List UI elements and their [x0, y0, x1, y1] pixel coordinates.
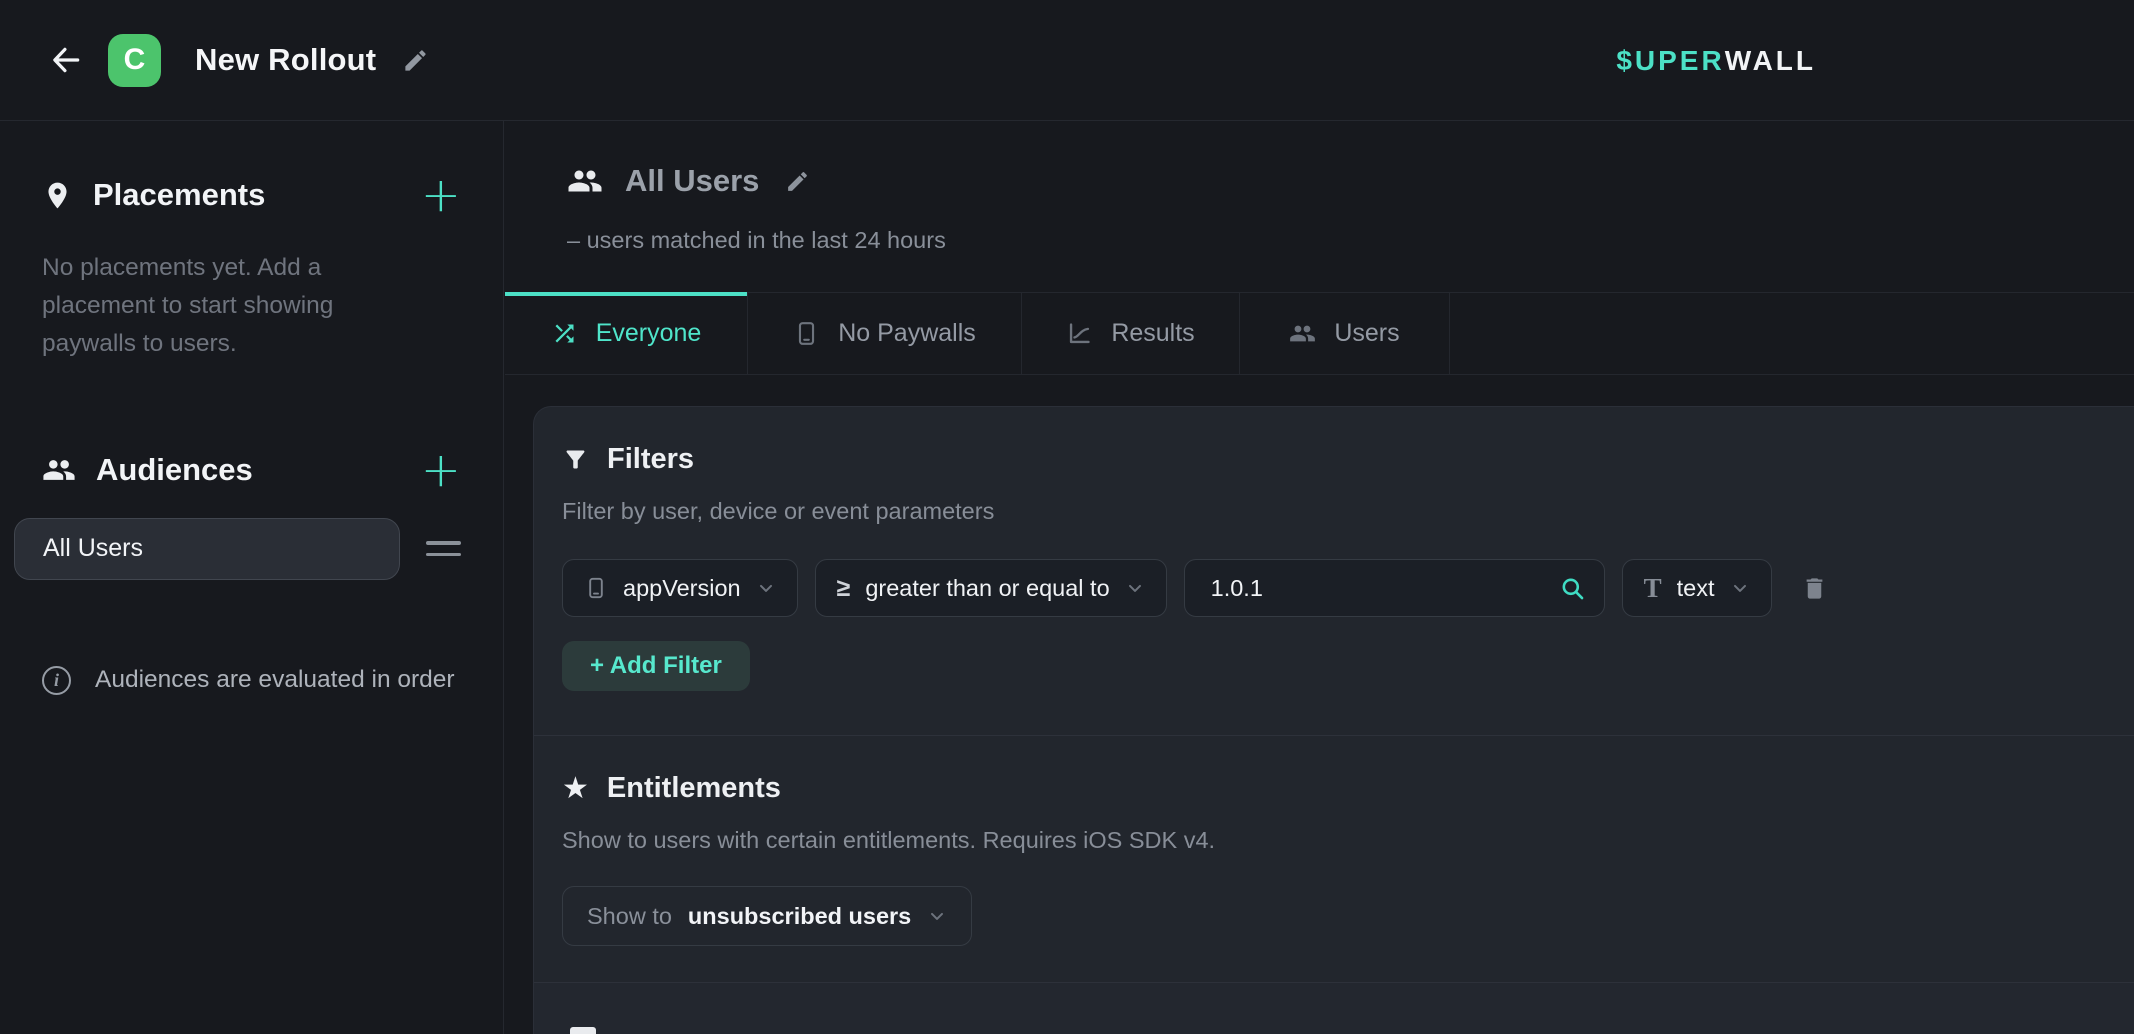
edit-title-pencil-icon[interactable] [402, 47, 429, 74]
entitlements-subtitle: Show to users with certain entitlements.… [562, 827, 2134, 854]
entitlements-section: ★ Entitlements Show to users with certai… [534, 736, 2134, 946]
audience-subtitle: – users matched in the last 24 hours [567, 227, 946, 254]
show-to-value: unsubscribed users [688, 903, 911, 930]
info-icon: i [42, 666, 71, 695]
filter-field-value: appVersion [623, 575, 741, 602]
main-content: All Users – users matched in the last 24… [505, 121, 2134, 1034]
show-to-dropdown[interactable]: Show to unsubscribed users [562, 886, 972, 946]
filter-operator-value: greater than or equal to [865, 575, 1109, 602]
filters-section: Filters Filter by user, device or event … [534, 407, 2134, 691]
audience-config-panel: Filters Filter by user, device or event … [533, 406, 2134, 1034]
back-button[interactable] [44, 38, 88, 82]
filter-value-field[interactable] [1184, 559, 1605, 617]
chevron-down-icon [927, 906, 947, 926]
filters-heading: Filters [562, 443, 2134, 476]
sidebar: Placements + No placements yet. Add a pl… [0, 121, 504, 1034]
add-audience-button[interactable]: + [421, 450, 461, 490]
filter-type-value: text [1677, 575, 1715, 602]
shuffle-icon [551, 320, 578, 347]
star-icon: ★ [562, 774, 589, 804]
tab-results[interactable]: Results [1022, 293, 1240, 374]
entitlements-heading: ★ Entitlements [562, 772, 2134, 805]
pin-icon [42, 180, 73, 211]
chevron-down-icon [1730, 578, 1750, 598]
show-to-label: Show to [587, 903, 672, 930]
page-title: New Rollout [195, 42, 376, 78]
order-note-text: Audiences are evaluated in order [95, 666, 455, 694]
add-filter-button[interactable]: + Add Filter [562, 641, 750, 691]
filter-value-input[interactable] [1209, 574, 1544, 603]
audience-item-label: All Users [43, 534, 143, 563]
app-initial: C [124, 43, 146, 77]
arrow-left-icon [49, 43, 83, 77]
tab-label: Everyone [596, 319, 702, 348]
logo-secondary: WALL [1725, 45, 1816, 77]
next-section-icon-fragment [570, 1027, 596, 1034]
tab-label: No Paywalls [838, 319, 976, 348]
filters-subtitle: Filter by user, device or event paramete… [562, 498, 2134, 525]
audience-list-row: All Users [14, 518, 461, 580]
edit-audience-pencil-icon[interactable] [785, 169, 810, 194]
top-bar: C New Rollout $UPERWALL [0, 0, 2134, 121]
placements-header: Placements + [42, 175, 461, 215]
phone-icon [793, 320, 820, 347]
tab-everyone[interactable]: Everyone [505, 293, 748, 374]
audiences-title: Audiences [96, 452, 253, 488]
superwall-logo: $UPERWALL [1616, 0, 1816, 121]
filters-title: Filters [607, 443, 694, 476]
chevron-down-icon [1125, 578, 1145, 598]
filter-row: appVersion ≥ greater than or equal to T [562, 559, 2134, 617]
tab-no-paywalls[interactable]: No Paywalls [748, 293, 1022, 374]
gte-icon: ≥ [837, 574, 851, 603]
filter-operator-dropdown[interactable]: ≥ greater than or equal to [815, 559, 1167, 617]
tab-label: Users [1334, 319, 1399, 348]
chart-icon [1066, 320, 1093, 347]
chevron-down-icon [756, 578, 776, 598]
users-icon [1289, 320, 1316, 347]
users-icon [567, 163, 603, 199]
trash-icon [1801, 575, 1828, 602]
add-placement-button[interactable]: + [421, 175, 461, 215]
entitlements-title: Entitlements [607, 772, 781, 805]
tab-users[interactable]: Users [1240, 293, 1450, 374]
audiences-header: Audiences + [42, 450, 461, 490]
next-section-strip [534, 983, 2134, 1034]
app-icon: C [108, 34, 161, 87]
audience-order-note: i Audiences are evaluated in order [42, 666, 461, 695]
audience-title: All Users [625, 163, 759, 199]
filter-field-dropdown[interactable]: appVersion [562, 559, 798, 617]
tab-label: Results [1111, 319, 1194, 348]
search-icon [1559, 575, 1586, 602]
superwall-rollout-screen: C New Rollout $UPERWALL Placements + No … [0, 0, 2134, 1034]
text-type-icon: T [1644, 575, 1662, 602]
placements-title: Placements [93, 177, 265, 213]
funnel-icon [562, 446, 589, 473]
drag-handle[interactable] [426, 541, 461, 556]
tab-bar-filler [1450, 293, 2134, 374]
placements-empty-text: No placements yet. Add a placement to st… [42, 249, 372, 364]
audience-detail-header: All Users [567, 163, 810, 199]
phone-icon [584, 576, 608, 600]
users-icon [42, 453, 76, 487]
sidebar-item-all-users[interactable]: All Users [14, 518, 400, 580]
filter-type-dropdown[interactable]: T text [1622, 559, 1772, 617]
tab-bar: Everyone No Paywalls Results Users [505, 292, 2134, 375]
logo-primary: $UPER [1616, 45, 1724, 77]
delete-filter-button[interactable] [1801, 575, 1828, 602]
